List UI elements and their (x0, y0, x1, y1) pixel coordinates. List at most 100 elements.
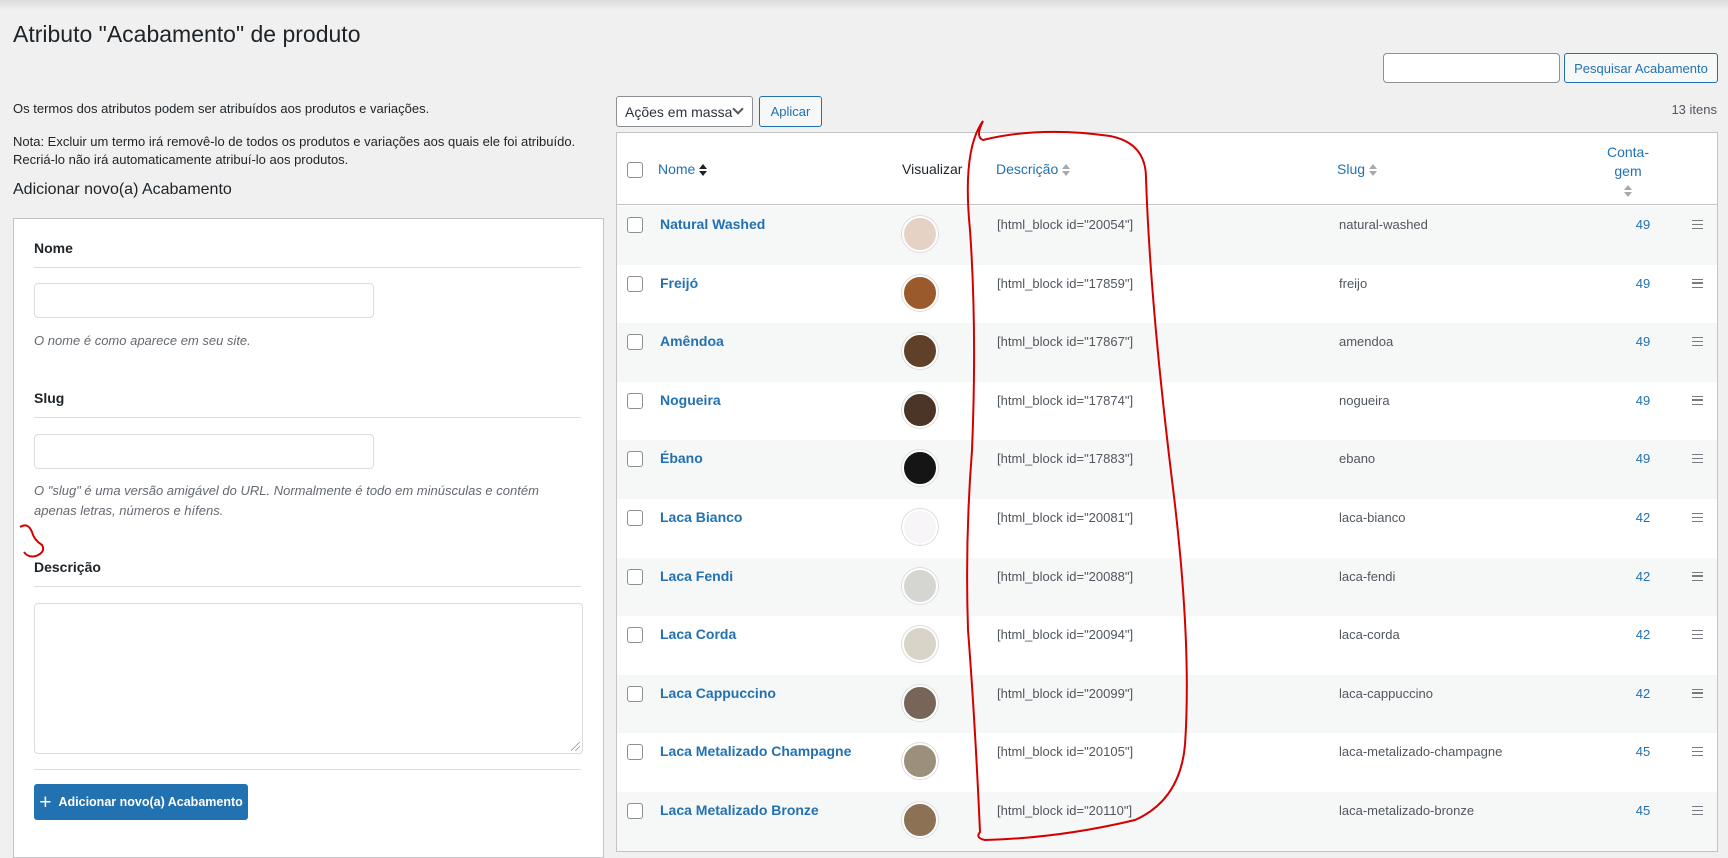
divider (34, 769, 581, 770)
term-description: [html_block id="17867"] (997, 334, 1134, 350)
search-button[interactable]: Pesquisar Acabamento (1564, 53, 1718, 83)
add-term-title: Adicionar novo(a) Acabamento (13, 181, 232, 198)
row-checkbox[interactable] (627, 744, 643, 761)
table-row: Laca Fendi [html_block id="20088"] laca-fe… (617, 557, 1717, 617)
color-swatch (902, 802, 938, 838)
term-count-link[interactable]: 42 (1633, 627, 1653, 642)
add-term-form: Nome O nome é como aparece em seu site. … (13, 218, 604, 858)
term-count-link[interactable]: 49 (1633, 217, 1653, 232)
slug-field[interactable] (34, 434, 374, 469)
column-name-header[interactable]: Nome (658, 161, 708, 177)
term-count-link[interactable]: 45 (1633, 744, 1653, 759)
term-slug: laca-metalizado-champagne (1339, 744, 1503, 760)
row-checkbox[interactable] (627, 627, 643, 644)
term-slug: laca-fendi (1339, 568, 1396, 584)
row-checkbox[interactable] (627, 568, 643, 585)
bulk-actions-value: Ações em massa (625, 103, 733, 120)
term-count-link[interactable]: 49 (1633, 276, 1653, 291)
table-header: Nome Visualizar Descrição Slug Conta- ge… (617, 133, 1717, 205)
term-description: [html_block id="20088"] (997, 568, 1134, 584)
apply-button[interactable]: Aplicar (759, 96, 822, 127)
row-checkbox[interactable] (627, 685, 643, 702)
drag-handle-icon[interactable] (1692, 337, 1703, 347)
term-description: [html_block id="17883"] (997, 451, 1134, 467)
term-count-link[interactable]: 49 (1633, 334, 1653, 349)
drag-handle-icon[interactable] (1692, 220, 1703, 229)
bulk-actions-select[interactable]: Ações em massa (616, 96, 753, 127)
drag-handle-icon[interactable] (1692, 630, 1703, 640)
add-term-button[interactable]: + Adicionar novo(a) Acabamento (34, 784, 248, 820)
sort-icon (1062, 163, 1071, 177)
term-description: [html_block id="20105"] (997, 744, 1134, 760)
term-name-link[interactable]: Natural Washed (660, 216, 765, 232)
row-checkbox[interactable] (627, 217, 643, 233)
term-slug: natural-washed (1339, 217, 1428, 232)
term-slug: freijo (1339, 275, 1368, 291)
term-description: [html_block id="20054"] (997, 217, 1134, 232)
term-count-link[interactable]: 42 (1633, 686, 1653, 701)
color-swatch (902, 216, 938, 252)
items-count: 13 itens (1671, 102, 1717, 117)
row-checkbox[interactable] (627, 803, 643, 819)
column-preview-header: Visualizar (902, 161, 963, 177)
term-description: [html_block id="17874"] (997, 392, 1134, 408)
drag-handle-icon[interactable] (1692, 395, 1703, 405)
name-field[interactable] (34, 283, 374, 318)
column-slug-label: Slug (1337, 161, 1366, 177)
row-checkbox[interactable] (627, 334, 643, 351)
color-swatch (902, 509, 938, 545)
term-slug: laca-bianco (1339, 510, 1406, 525)
divider (34, 267, 581, 268)
description-textarea[interactable] (34, 603, 583, 754)
drag-handle-icon[interactable] (1692, 806, 1703, 815)
slug-label: Slug (34, 390, 65, 406)
term-count-link[interactable]: 45 (1633, 803, 1653, 818)
term-name-link[interactable]: Laca Cappuccino (660, 685, 776, 701)
term-description: [html_block id="20099"] (997, 685, 1134, 701)
drag-handle-icon[interactable] (1692, 454, 1703, 464)
resize-handle[interactable] (571, 742, 580, 751)
top-bar-shadow (0, 0, 1728, 10)
term-name-link[interactable]: Ébano (660, 450, 703, 466)
term-description: [html_block id="20110"] (997, 803, 1133, 818)
drag-handle-icon[interactable] (1692, 513, 1703, 522)
row-checkbox[interactable] (627, 510, 643, 526)
page-title: Atributo "Acabamento" de produto (13, 21, 361, 47)
term-count-link[interactable]: 42 (1633, 510, 1653, 525)
row-checkbox[interactable] (627, 451, 643, 468)
add-term-button-label: Adicionar novo(a) Acabamento (58, 795, 243, 809)
search-input[interactable] (1383, 53, 1560, 83)
row-checkbox[interactable] (627, 392, 643, 409)
drag-handle-icon[interactable] (1692, 278, 1703, 288)
term-name-link[interactable]: Freijó (660, 275, 698, 291)
table-row: Laca Bianco [html_block id="20081"] laca-b… (617, 499, 1717, 558)
term-slug: nogueira (1339, 392, 1390, 408)
select-all-checkbox[interactable] (627, 162, 643, 178)
term-name-link[interactable]: Laca Fendi (660, 568, 733, 584)
term-count-link[interactable]: 42 (1633, 569, 1653, 584)
term-name-link[interactable]: Laca Metalizado Champagne (660, 743, 851, 759)
term-name-link[interactable]: Laca Metalizado Bronze (660, 802, 819, 818)
column-slug-header[interactable]: Slug (1337, 161, 1378, 177)
term-count-link[interactable]: 49 (1633, 451, 1653, 466)
term-count-link[interactable]: 49 (1633, 393, 1653, 408)
color-swatch (902, 684, 938, 721)
name-label: Nome (34, 240, 73, 256)
column-count-header[interactable]: Conta- gem (1606, 143, 1650, 200)
term-name-link[interactable]: Nogueira (660, 392, 721, 408)
color-swatch (902, 567, 938, 604)
sort-icon (699, 163, 708, 177)
term-name-link[interactable]: Laca Corda (660, 626, 736, 642)
column-count-label-line1: Conta- (1606, 144, 1650, 160)
drag-handle-icon[interactable] (1692, 571, 1703, 581)
column-description-header[interactable]: Descrição (996, 161, 1071, 177)
term-name-link[interactable]: Amêndoa (660, 333, 724, 349)
drag-handle-icon[interactable] (1692, 747, 1703, 757)
row-checkbox[interactable] (627, 275, 643, 292)
term-name-link[interactable]: Laca Bianco (660, 509, 742, 525)
color-swatch (902, 274, 938, 311)
term-description: [html_block id="20081"] (997, 510, 1134, 525)
drag-handle-icon[interactable] (1692, 688, 1703, 698)
intro-text: Os termos dos atributos podem ser atribu… (13, 101, 430, 116)
plus-icon: + (39, 790, 52, 814)
